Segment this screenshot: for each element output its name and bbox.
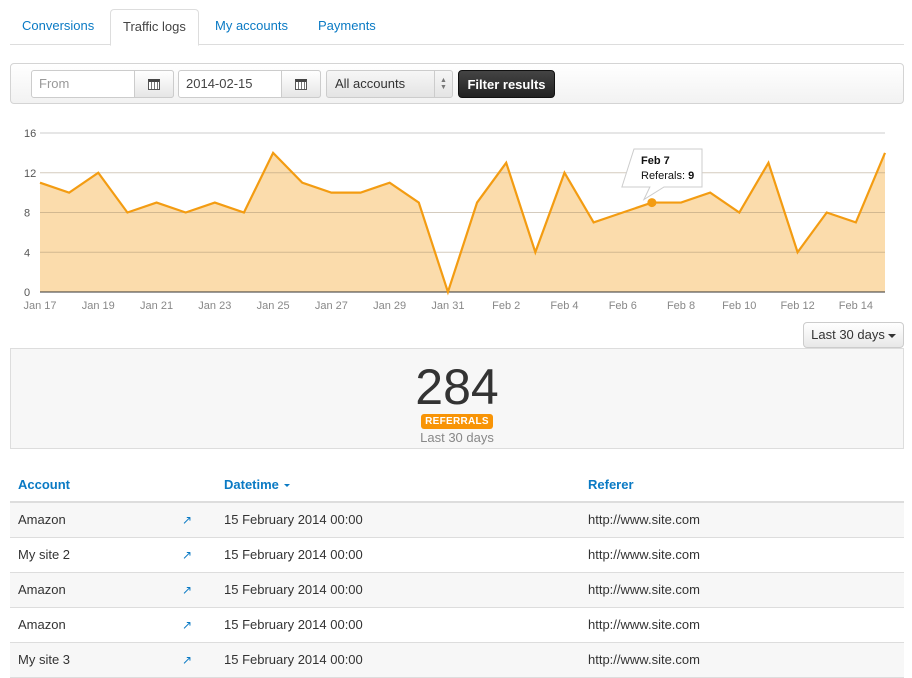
x-tick-label: Feb 8 [667,300,695,312]
tooltip-label-text: Referals: [641,170,688,182]
y-tick-label: 0 [24,287,30,299]
cell-datetime: 15 February 2014 00:00 [216,502,580,538]
to-date-value: 2014-02-15 [186,76,253,91]
x-tick-label: Jan 17 [23,300,56,312]
summary-panel: 284 REFERRALS Last 30 days [10,348,904,449]
select-arrows-icon: ▲ ▼ [434,71,452,97]
y-tick-label: 16 [24,128,36,140]
from-calendar-button[interactable] [134,70,174,98]
cell-account: My site 3 [10,642,174,678]
x-tick-label: Jan 19 [82,300,115,312]
tab-my-accounts[interactable]: My accounts [203,9,300,45]
table-row: Amazon ↗︎ 15 February 2014 00:00 http://www… [10,607,904,643]
cell-share: ↗︎ [174,607,216,643]
cell-datetime: 15 February 2014 00:00 [216,642,580,678]
x-tick-label: Jan 29 [373,300,406,312]
sort-desc-icon [283,483,290,487]
nav-tabs: Conversions Traffic logs My accounts Pay… [10,9,904,46]
tooltip-label: Referals: 9 [641,170,694,182]
x-tick-label: Feb 4 [550,300,578,312]
table-row: My site 3 ↗︎ 15 February 2014 00:00 http://… [10,642,904,678]
cell-referer: http://www.site.com [580,537,904,573]
cell-referer: http://www.site.com [580,502,904,538]
external-link-icon[interactable]: ↗︎ [182,513,192,527]
tab-payments[interactable]: Payments [306,9,388,45]
cell-account: My site 2 [10,537,174,573]
from-placeholder: From [39,76,70,91]
hover-point [647,198,657,208]
calendar-icon [148,78,160,90]
area-fill [40,152,885,292]
header-referer[interactable]: Referer [580,467,904,503]
cell-account: Amazon [10,572,174,608]
x-tick-label: Jan 21 [140,300,173,312]
date-range-dropdown[interactable]: Last 30 days [803,322,904,348]
filter-results-button[interactable]: Filter results [458,70,555,98]
y-tick-label: 4 [24,247,30,259]
cell-share: ↗︎ [174,572,216,608]
table-row: Amazon ↗︎ 15 February 2014 00:00 http://www… [10,572,904,608]
header-datetime-label: Datetime [224,476,279,492]
x-tick-label: Jan 31 [431,300,464,312]
tab-traffic-logs[interactable]: Traffic logs [110,9,199,46]
x-tick-label: Feb 12 [780,300,814,312]
summary-period: Last 30 days [420,430,494,445]
x-tick-label: Jan 25 [257,300,290,312]
x-tick-label: Jan 23 [198,300,231,312]
external-link-icon[interactable]: ↗︎ [182,618,192,632]
cell-referer: http://www.site.com [580,572,904,608]
y-tick-label: 12 [24,168,36,180]
cell-share: ↗︎ [174,642,216,678]
to-calendar-button[interactable] [281,70,321,98]
external-link-icon[interactable]: ↗︎ [182,583,192,597]
table-header-row: Account Datetime Referer [10,467,904,503]
cell-referer: http://www.site.com [580,607,904,643]
tooltip-title: Feb 7 [641,155,670,167]
date-range-label: Last 30 days [811,327,885,342]
table-row: My site 2 ↗︎ 15 February 2014 00:00 http://… [10,537,904,573]
x-tick-label: Feb 10 [722,300,756,312]
tab-conversions[interactable]: Conversions [10,9,106,45]
header-account[interactable]: Account [10,467,174,503]
tooltip-value: 9 [688,170,694,182]
x-tick-label: Feb 14 [839,300,873,312]
referrals-chart: 0 4 8 12 16 Jan 17 Jan 19 Jan 21 Jan 23 Jan 25 Jan… [23,128,887,312]
cell-account: Amazon [10,607,174,643]
referral-count: 284 [415,359,499,415]
table-row: Amazon ↗︎ 15 February 2014 00:00 http://www… [10,502,904,538]
cell-datetime: 15 February 2014 00:00 [216,607,580,643]
x-tick-label: Feb 6 [609,300,637,312]
referrals-badge: REFERRALS [421,414,493,429]
cell-referer: http://www.site.com [580,642,904,678]
x-tick-label: Feb 2 [492,300,520,312]
account-select[interactable]: All accounts ▲ ▼ [326,70,453,98]
cell-share: ↗︎ [174,537,216,573]
traffic-table: Account Datetime Referer Amazon ↗︎ 15 Febr… [10,467,904,678]
header-datetime[interactable]: Datetime [216,467,580,503]
cell-share: ↗︎ [174,502,216,538]
external-link-icon[interactable]: ↗︎ [182,653,192,667]
y-tick-label: 8 [24,208,30,220]
x-tick-label: Jan 27 [315,300,348,312]
to-date-input[interactable]: 2014-02-15 [178,70,321,98]
from-date-input[interactable]: From [31,70,174,98]
account-select-value: All accounts [335,76,406,91]
cell-datetime: 15 February 2014 00:00 [216,572,580,608]
header-spacer [174,467,216,503]
cell-account: Amazon [10,502,174,538]
filter-bar: From 2014-02-15 All accounts ▲ ▼ Filter r… [10,63,904,104]
calendar-icon [295,78,307,90]
external-link-icon[interactable]: ↗︎ [182,548,192,562]
cell-datetime: 15 February 2014 00:00 [216,537,580,573]
caret-down-icon [887,333,896,338]
